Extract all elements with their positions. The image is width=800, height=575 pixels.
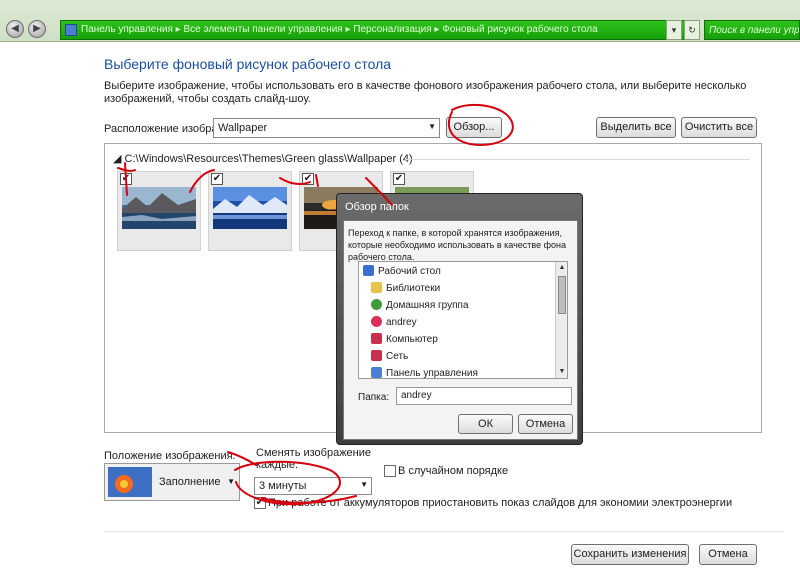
- wallpaper-thumbnail[interactable]: ✔: [208, 171, 292, 251]
- folder-label: Папка:: [358, 392, 390, 403]
- group-header[interactable]: ◢ C:\Windows\Resources\Themes\Green glas…: [113, 152, 413, 165]
- tree-item-label: Рабочий стол: [378, 266, 441, 277]
- tree-item-desktop[interactable]: Рабочий стол: [363, 264, 441, 280]
- ok-button[interactable]: ОК: [458, 414, 513, 434]
- dialog-body: Переход к папке, в которой хранятся изоб…: [343, 220, 578, 440]
- location-dropdown[interactable]: Wallpaper ▼: [213, 118, 440, 138]
- forward-button[interactable]: ▶: [28, 20, 46, 38]
- tree-item-label: Панель управления: [386, 368, 478, 379]
- location-value: Wallpaper: [218, 122, 268, 134]
- tree-item-control-panel[interactable]: Панель управления: [371, 366, 478, 379]
- interval-value: 3 минуты: [259, 480, 307, 492]
- tree-item-homegroup[interactable]: Домашняя группа: [371, 298, 469, 314]
- tree-item-libraries[interactable]: Библиотеки: [371, 281, 440, 297]
- user-icon: [371, 316, 382, 327]
- scrollbar-thumb[interactable]: [558, 276, 566, 314]
- position-dropdown[interactable]: Заполнение ▼: [104, 463, 240, 501]
- position-label: Положение изображения:: [104, 450, 236, 462]
- tree-item-label: Библиотеки: [386, 283, 441, 294]
- window-toolbar: ◀ ▶ Панель управления ▸ Все элементы пан…: [0, 0, 800, 42]
- scroll-down-icon[interactable]: ▼: [556, 366, 567, 378]
- wallpaper-thumbnail[interactable]: ✔: [117, 171, 201, 251]
- wallpaper-image-glacier: [213, 187, 287, 229]
- desktop-icon: [363, 265, 374, 276]
- tree-item-user[interactable]: andrey: [371, 315, 417, 331]
- control-panel-icon: [371, 367, 382, 378]
- homegroup-icon: [371, 299, 382, 310]
- dialog-description: Переход к папке, в которой хранятся изоб…: [348, 228, 566, 262]
- tree-item-label: Компьютер: [386, 334, 438, 345]
- battery-checkbox[interactable]: ✔: [254, 497, 266, 509]
- thumbnail-checkbox[interactable]: ✔: [393, 173, 405, 185]
- interval-dropdown[interactable]: 3 минуты ▼: [254, 477, 372, 495]
- group-header-text: C:\Windows\Resources\Themes\Green glass\…: [124, 153, 413, 165]
- back-button[interactable]: ◀: [6, 20, 24, 38]
- shuffle-label: В случайном порядке: [398, 465, 509, 477]
- tree-item-label: andrey: [386, 317, 417, 328]
- fill-mode-icon: [108, 467, 152, 497]
- thumbnail-checkbox[interactable]: ✔: [302, 173, 314, 185]
- search-placeholder: Поиск в панели управления: [709, 25, 800, 36]
- network-icon: [371, 350, 382, 361]
- address-dropdown-button[interactable]: ▾: [666, 20, 682, 40]
- battery-label: При работе от аккумуляторов приостановит…: [268, 497, 733, 509]
- scroll-up-icon[interactable]: ▲: [556, 262, 567, 274]
- address-path: Панель управления ▸ Все элементы панели …: [81, 24, 598, 35]
- address-bar[interactable]: Панель управления ▸ Все элементы панели …: [60, 20, 700, 40]
- tree-scrollbar[interactable]: ▲ ▼: [555, 262, 567, 378]
- shuffle-checkbox[interactable]: [384, 465, 396, 477]
- save-changes-button[interactable]: Сохранить изменения: [571, 544, 689, 565]
- computer-icon: [371, 333, 382, 344]
- folder-input[interactable]: andrey: [396, 387, 572, 405]
- tree-item-computer[interactable]: Компьютер: [371, 332, 438, 348]
- tree-item-label: Сеть: [386, 351, 409, 362]
- cancel-button[interactable]: Отмена: [699, 544, 757, 565]
- position-value: Заполнение: [159, 476, 221, 488]
- libraries-icon: [371, 282, 382, 293]
- search-input[interactable]: Поиск в панели управления: [704, 20, 800, 40]
- tree-item-network[interactable]: Сеть: [371, 349, 408, 365]
- control-panel-icon: [65, 24, 77, 36]
- chevron-down-icon: ▼: [360, 480, 368, 489]
- refresh-button[interactable]: ↻: [684, 20, 700, 40]
- dialog-title: Обзор папок: [345, 201, 409, 213]
- page-title: Выберите фоновый рисунок рабочего стола: [104, 56, 392, 72]
- clear-all-button[interactable]: Очистить все: [681, 117, 757, 138]
- collapse-icon[interactable]: ◢: [113, 153, 125, 165]
- chevron-down-icon: ▼: [428, 122, 436, 131]
- change-interval-label: Сменять изображение каждые:: [256, 447, 372, 471]
- wallpaper-image-lake: [122, 187, 196, 229]
- group-divider: [405, 159, 750, 160]
- page-description: Выберите изображение, чтобы использовать…: [104, 80, 747, 105]
- chevron-down-icon: ▼: [227, 477, 235, 486]
- dialog-cancel-button[interactable]: Отмена: [518, 414, 573, 434]
- select-all-button[interactable]: Выделить все: [596, 117, 676, 138]
- tree-item-label: Домашняя группа: [386, 300, 469, 311]
- browse-folder-dialog: Обзор папок Переход к папке, в которой х…: [336, 193, 583, 445]
- folder-tree[interactable]: Рабочий стол Библиотеки Домашняя группа …: [358, 261, 568, 379]
- thumbnail-checkbox[interactable]: ✔: [211, 173, 223, 185]
- footer-divider: [104, 531, 784, 532]
- browse-button[interactable]: Обзор...: [446, 117, 502, 138]
- thumbnail-checkbox[interactable]: ✔: [120, 173, 132, 185]
